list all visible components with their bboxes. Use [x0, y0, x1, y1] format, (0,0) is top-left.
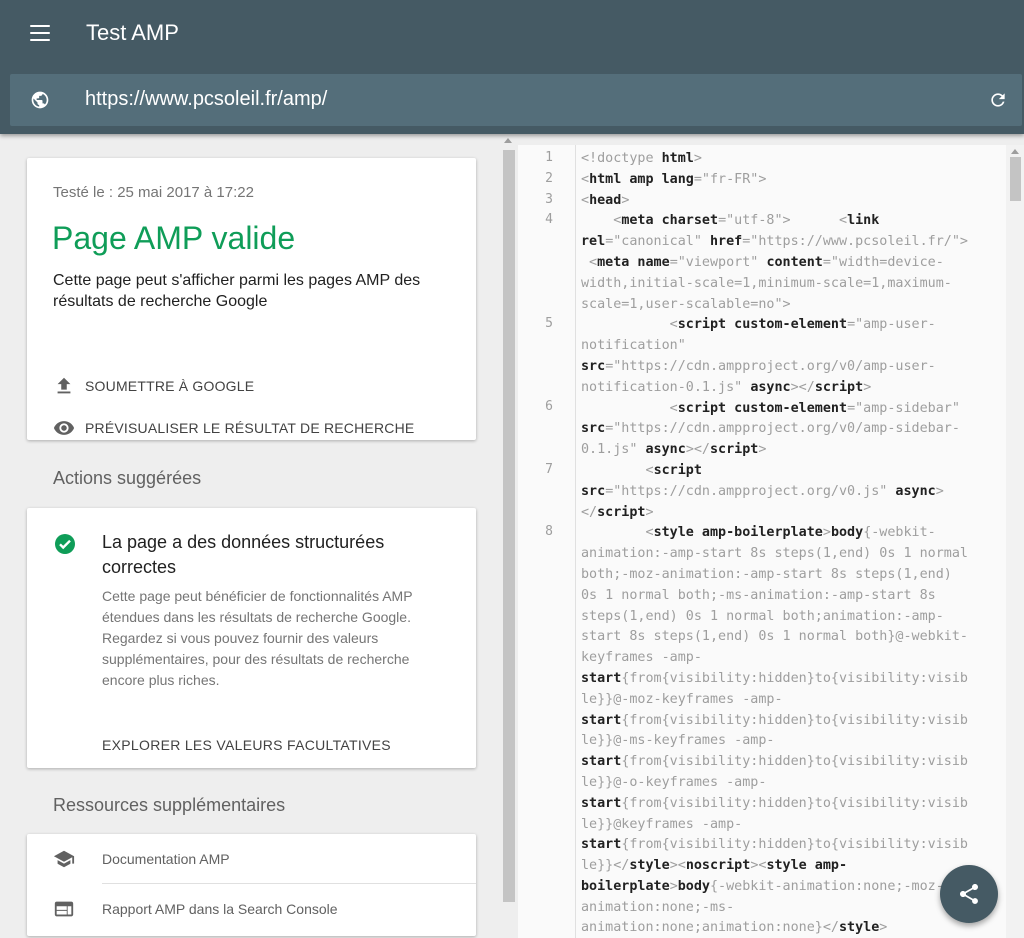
scroll-up-arrow-icon[interactable]	[1011, 149, 1019, 154]
status-card: Testé le : 25 mai 2017 à 17:22 Page AMP …	[27, 158, 476, 440]
check-circle-icon	[55, 534, 75, 554]
web-icon	[54, 901, 74, 917]
share-button[interactable]	[940, 865, 998, 923]
scrollbar-thumb[interactable]	[503, 150, 515, 902]
resources-card: Documentation AMP Rapport AMP dans la Se…	[27, 834, 476, 936]
tested-on-date: Testé le : 25 mai 2017 à 17:22	[53, 184, 254, 201]
app-title: Test AMP	[86, 20, 179, 45]
line-number: 3	[545, 192, 553, 207]
resource-item-search-console[interactable]: Rapport AMP dans la Search Console	[27, 884, 476, 934]
preview-label: PRÉVISUALISER LE RÉSULTAT DE RECHERCHE	[85, 420, 415, 436]
share-icon	[960, 884, 978, 904]
source-code-viewer[interactable]: 1 2 3 4 5 6 7 8 <!doctype html> <html am…	[518, 145, 1024, 938]
resource-label: Documentation AMP	[102, 851, 230, 867]
results-pane: Testé le : 25 mai 2017 à 17:22 Page AMP …	[0, 134, 500, 938]
upload-icon	[57, 377, 71, 394]
submit-to-google-button[interactable]: SOUMETTRE À GOOGLE	[53, 375, 254, 397]
menu-icon[interactable]	[30, 25, 50, 41]
status-title: Page AMP valide	[52, 220, 296, 256]
explore-optional-values-button[interactable]: EXPLORER LES VALEURS FACULTATIVES	[102, 737, 391, 753]
preview-result-button[interactable]: PRÉVISUALISER LE RÉSULTAT DE RECHERCHE	[53, 417, 414, 439]
line-number: 1	[545, 150, 553, 165]
code-scrollbar[interactable]	[1006, 145, 1024, 938]
submit-label: SOUMETTRE À GOOGLE	[85, 378, 255, 394]
resource-item-amp-docs[interactable]: Documentation AMP	[27, 834, 476, 884]
refresh-icon[interactable]	[988, 90, 1008, 110]
scroll-up-arrow-icon[interactable]	[504, 138, 512, 143]
scrollbar-thumb[interactable]	[1010, 157, 1021, 201]
globe-icon	[31, 91, 49, 109]
structured-data-title: La page a des données structurées correc…	[102, 532, 385, 577]
status-description: Cette page peut s'afficher parmi les pag…	[53, 272, 421, 310]
eye-icon	[53, 421, 75, 435]
line-number: 4	[545, 212, 553, 227]
suggested-actions-heading: Actions suggérées	[53, 468, 202, 488]
url-text[interactable]: https://www.pcsoleil.fr/amp/	[85, 88, 327, 111]
pane-splitter-scrollbar[interactable]	[500, 134, 518, 938]
url-bar[interactable]: https://www.pcsoleil.fr/amp/	[10, 74, 1022, 126]
line-number: 5	[545, 316, 553, 331]
resource-label: Rapport AMP dans la Search Console	[102, 901, 338, 917]
line-number: 2	[545, 171, 553, 186]
resources-heading: Ressources supplémentaires	[53, 795, 286, 815]
line-number: 8	[545, 524, 553, 539]
code-text: <!doctype html> <html amp lang="fr-FR"> …	[581, 151, 968, 936]
line-number: 6	[545, 399, 553, 414]
line-number-gutter: 1 2 3 4 5 6 7 8	[518, 145, 576, 938]
structured-data-card: La page a des données structurées correc…	[27, 508, 476, 768]
app-bar: Test AMP https://www.pcsoleil.fr/amp/	[0, 0, 1024, 134]
school-icon	[53, 850, 75, 868]
line-number: 7	[545, 462, 553, 477]
structured-data-description: Cette page peut bénéficier de fonctionna…	[102, 588, 413, 688]
